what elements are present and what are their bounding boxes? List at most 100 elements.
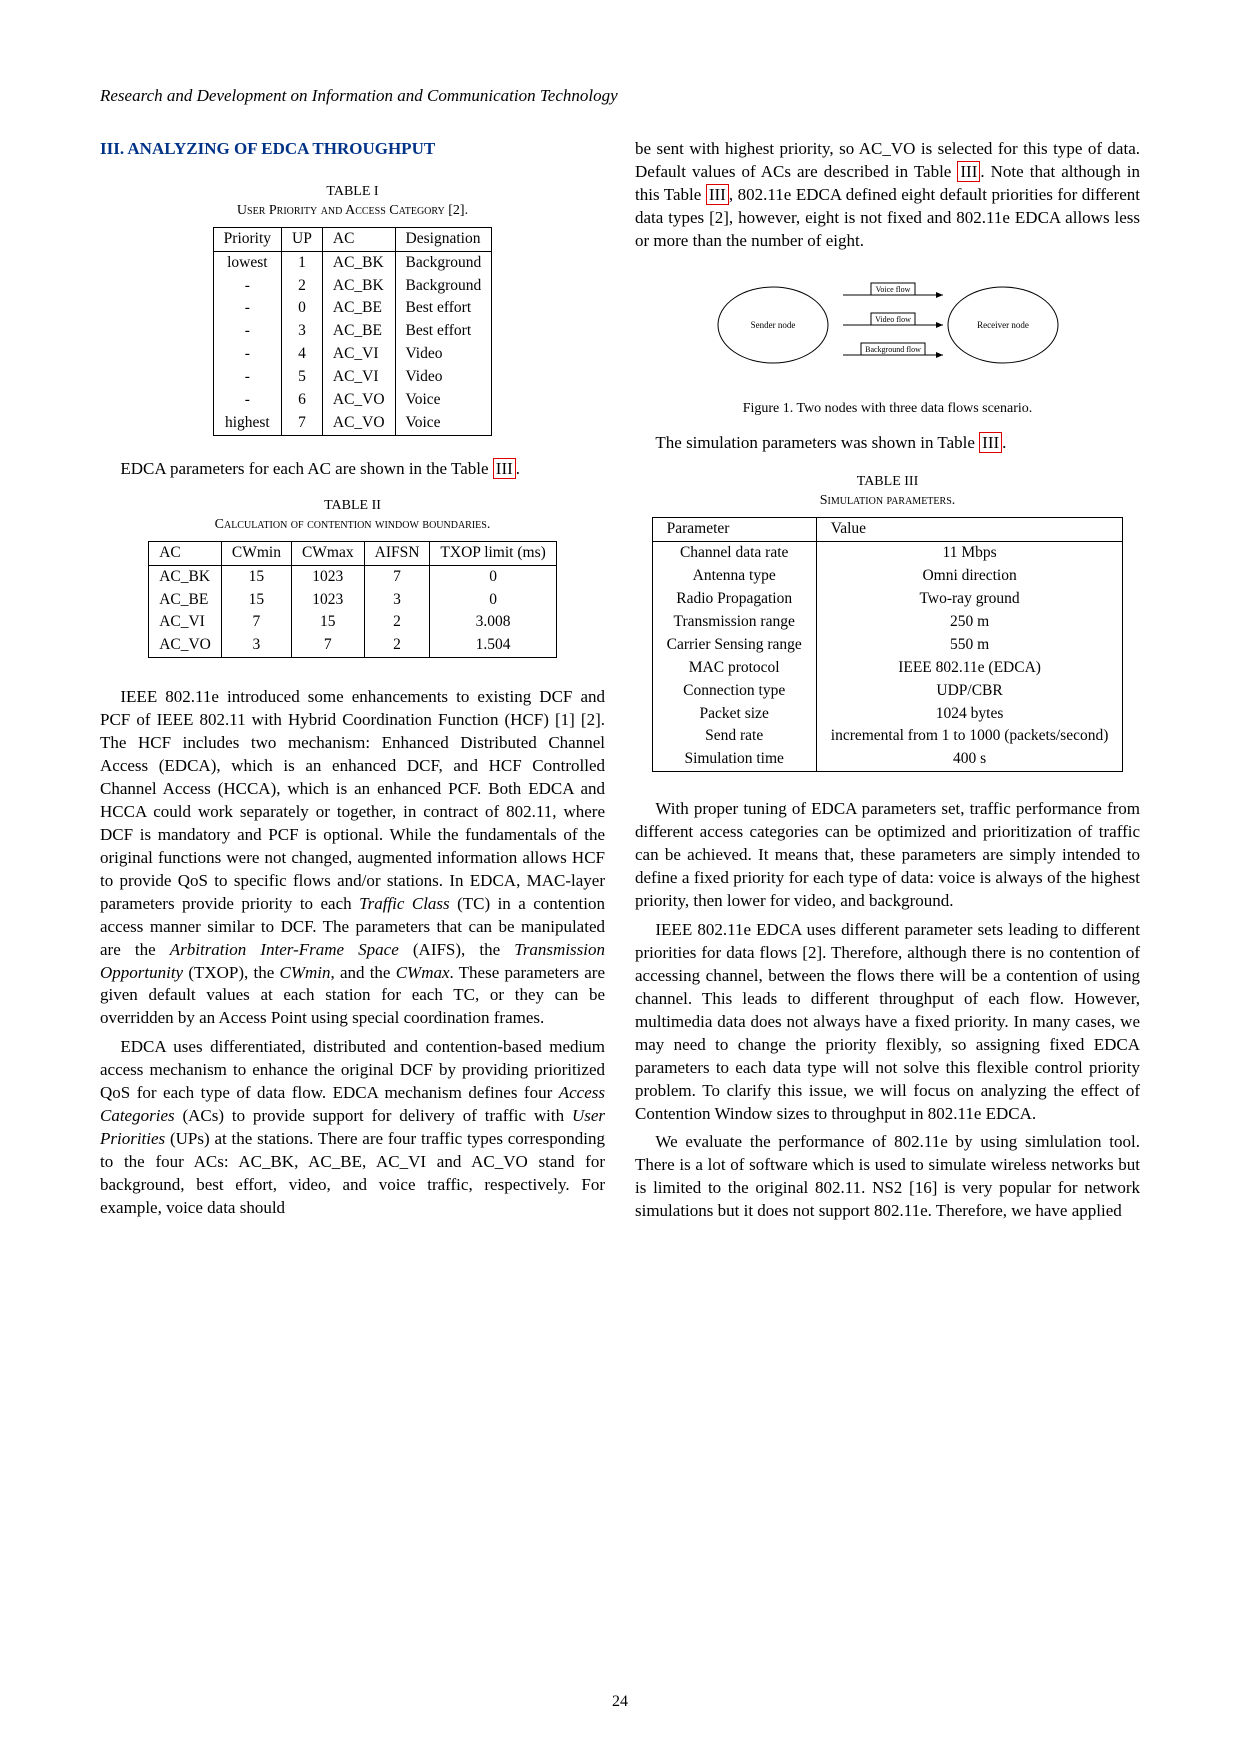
page-number: 24 (0, 1691, 1240, 1713)
table-row: Packet size1024 bytes (652, 703, 1123, 726)
table-cell: 7 (364, 565, 430, 588)
table-cell: AC_VO (322, 389, 395, 412)
table-cell: - (213, 389, 281, 412)
table-cell: 4 (282, 343, 323, 366)
table-cell: 3 (221, 634, 291, 657)
table-cell: Two-ray ground (816, 588, 1123, 611)
table-cell: AC_BK (322, 275, 395, 298)
ref-link[interactable]: III (706, 184, 729, 205)
table-cell: AC_BE (322, 297, 395, 320)
table3-caption: TABLE III Simulation parameters. (635, 473, 1140, 511)
figure1-svg: Sender node Receiver node Voice flow Vid… (703, 265, 1073, 385)
table-cell: AC_VI (322, 366, 395, 389)
table-row: Send rateincremental from 1 to 1000 (pac… (652, 725, 1123, 748)
table1-label: TABLE I (100, 183, 605, 202)
table-cell: highest (213, 412, 281, 435)
table-cell: Carrier Sensing range (652, 634, 816, 657)
table-cell: incremental from 1 to 1000 (packets/seco… (816, 725, 1123, 748)
table-cell: 3 (282, 320, 323, 343)
table-cell: - (213, 320, 281, 343)
table-cell: Radio Propagation (652, 588, 816, 611)
table-row: -3AC_BEBest effort (213, 320, 492, 343)
table-cell: 1 (282, 251, 323, 274)
paragraph: With proper tuning of EDCA parameters se… (635, 798, 1140, 913)
table-cell: lowest (213, 251, 281, 274)
paragraph: The simulation parameters was shown in T… (635, 432, 1140, 455)
table-cell: Antenna type (652, 565, 816, 588)
table-cell: Voice (395, 389, 492, 412)
table-cell: AC_BE (149, 589, 222, 612)
table-cell: 7 (291, 634, 364, 657)
table-cell: 2 (364, 611, 430, 634)
table-cell: 0 (430, 589, 556, 612)
table-row: -4AC_VIVideo (213, 343, 492, 366)
table-cell: 3.008 (430, 611, 556, 634)
table-cell: 0 (282, 297, 323, 320)
table-header: Value (816, 518, 1123, 542)
table-cell: 1024 bytes (816, 703, 1123, 726)
table-row: -0AC_BEBest effort (213, 297, 492, 320)
table-cell: Send rate (652, 725, 816, 748)
table-cell: Omni direction (816, 565, 1123, 588)
table-row: Carrier Sensing range550 m (652, 634, 1123, 657)
citation-link[interactable]: 16 (915, 1178, 932, 1197)
running-header: Research and Development on Information … (100, 85, 1140, 108)
table3-caption-text: Simulation parameters. (820, 493, 956, 508)
table-cell: Video (395, 366, 492, 389)
paragraph: IEEE 802.11e introduced some enhancement… (100, 686, 605, 1030)
table-header: CWmax (291, 541, 364, 565)
table-cell: Video (395, 343, 492, 366)
table-row: Antenna typeOmni direction (652, 565, 1123, 588)
section-heading: III. ANALYZING OF EDCA THROUGHPUT (100, 138, 605, 161)
table-header: TXOP limit (ms) (430, 541, 556, 565)
paragraph: be sent with highest priority, so AC_VO … (635, 138, 1140, 253)
table1-caption-text: User Priority and Access Category [ (237, 203, 453, 218)
citation-link[interactable]: 2 (587, 710, 596, 729)
table-row: highest7AC_VOVoice (213, 412, 492, 435)
table-cell: MAC protocol (652, 657, 816, 680)
table-cell: AC_VO (149, 634, 222, 657)
table-header: CWmin (221, 541, 291, 565)
flow-label-voice: Voice flow (875, 285, 910, 294)
table1: PriorityUPACDesignationlowest1AC_BKBackg… (213, 227, 493, 436)
table-cell: 250 m (816, 611, 1123, 634)
table-row: Radio PropagationTwo-ray ground (652, 588, 1123, 611)
table-cell: AC_BE (322, 320, 395, 343)
sender-node-label: Sender node (750, 320, 795, 330)
table-cell: Transmission range (652, 611, 816, 634)
table-cell: AC_VO (322, 412, 395, 435)
ref-link[interactable]: III (979, 432, 1002, 453)
table-cell: IEEE 802.11e (EDCA) (816, 657, 1123, 680)
figure1-caption: Figure 1. Two nodes with three data flow… (635, 400, 1140, 419)
table-cell: AC_VI (322, 343, 395, 366)
table2-label: TABLE II (100, 497, 605, 516)
citation-link[interactable]: 2 (715, 208, 724, 227)
table-row: MAC protocolIEEE 802.11e (EDCA) (652, 657, 1123, 680)
table-cell: - (213, 366, 281, 389)
table-cell: 2 (364, 634, 430, 657)
table2-caption-text: Calculation of contention window boundar… (215, 517, 491, 532)
flow-label-background: Background flow (865, 345, 921, 354)
table-row: -5AC_VIVideo (213, 366, 492, 389)
table-header: AC (149, 541, 222, 565)
paragraph: EDCA parameters for each AC are shown in… (100, 458, 605, 481)
table-header: Priority (213, 227, 281, 251)
table-cell: - (213, 275, 281, 298)
right-column: be sent with highest priority, so AC_VO … (635, 138, 1140, 1229)
table-cell: 15 (291, 611, 364, 634)
paragraph: IEEE 802.11e EDCA uses different paramet… (635, 919, 1140, 1125)
table1-caption-post: ]. (460, 203, 468, 218)
table-cell: Background (395, 275, 492, 298)
flow-label-video: Video flow (875, 315, 911, 324)
table-cell: Connection type (652, 680, 816, 703)
table-cell: 11 Mbps (816, 542, 1123, 565)
table-row: AC_BE15102330 (149, 589, 557, 612)
citation-link[interactable]: 2 (453, 203, 460, 218)
table2-caption: TABLE II Calculation of contention windo… (100, 497, 605, 535)
table-row: -2AC_BKBackground (213, 275, 492, 298)
table-cell: UDP/CBR (816, 680, 1123, 703)
table-cell: AC_VI (149, 611, 222, 634)
ref-link[interactable]: III (957, 161, 980, 182)
citation-link[interactable]: 1 (561, 710, 570, 729)
ref-link[interactable]: III (493, 458, 516, 479)
